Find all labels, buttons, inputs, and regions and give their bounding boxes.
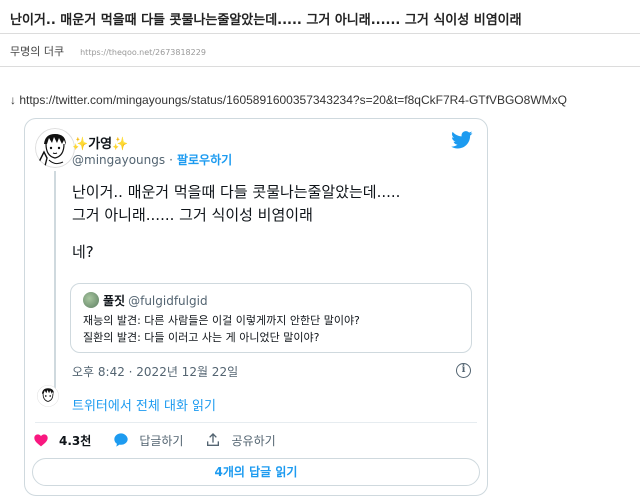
tweet-line: 그거 아니래...... 그거 식이성 비염이래 xyxy=(72,206,313,224)
quote-handle: @fulgidfulgid xyxy=(128,294,208,308)
thread-line xyxy=(54,171,56,393)
quote-avatar xyxy=(83,292,99,308)
tweet-actions: 4.3천 답글하기 공유하기 xyxy=(33,430,298,450)
info-icon[interactable]: i xyxy=(456,363,471,378)
user-handle[interactable]: @mingayoungs xyxy=(72,153,165,167)
avatar[interactable] xyxy=(35,128,75,168)
read-replies-button[interactable]: 4개의 답글 읽기 xyxy=(32,458,480,486)
tweet-line: 네? xyxy=(72,243,94,261)
post-author: 무명의 더쿠 xyxy=(10,45,65,58)
actions-divider xyxy=(35,422,477,423)
title-divider xyxy=(0,33,640,34)
sparkle-icon: ✨ xyxy=(72,137,89,152)
quote-display-name: 풀짓 xyxy=(103,294,126,308)
quote-line: 재능의 발견: 다른 사람들은 이걸 이렇게까지 안한단 말이야? xyxy=(83,314,360,327)
handle-row: @mingayoungs · 팔로우하기 xyxy=(72,151,232,168)
tweet-timestamp[interactable]: 오후 8:42 · 2022년 12월 22일 xyxy=(72,363,238,380)
post-meta: 무명의 더쿠 https://theqoo.net/2673818229 xyxy=(10,43,206,59)
quote-line: 질환의 발견: 다들 이러고 사는 게 아니었단 말이야? xyxy=(83,331,320,344)
separator-dot: · xyxy=(169,153,173,167)
like-count: 4.3천 xyxy=(59,433,92,448)
tweet-line: 난이거.. 매운거 먹을때 다들 콧물나는줄알았는데..... xyxy=(72,183,401,201)
post-url[interactable]: https://theqoo.net/2673818229 xyxy=(80,48,206,57)
quoted-tweet[interactable]: 풀짓 @fulgidfulgid 재능의 발견: 다른 사람들은 이걸 이렇게까지… xyxy=(70,283,472,353)
like-button[interactable]: 4.3천 xyxy=(33,432,91,449)
meta-divider xyxy=(0,66,640,67)
post-title: 난이거.. 매운거 먹을때 다들 콧물나는줄알았는데..... 그거 아니래..… xyxy=(10,13,522,28)
read-conversation-link[interactable]: 트위터에서 전체 대화 읽기 xyxy=(72,395,216,414)
display-name[interactable]: ✨가영✨ xyxy=(72,133,128,152)
reply-button[interactable]: 답글하기 xyxy=(113,432,183,449)
reply-bubble-icon xyxy=(114,433,128,447)
twitter-bird-icon[interactable] xyxy=(451,131,473,149)
sparkle-icon: ✨ xyxy=(112,137,129,152)
down-arrow-icon: ↓ xyxy=(10,93,16,107)
tweet-embed: ✨가영✨ @mingayoungs · 팔로우하기 난이거.. 매운거 먹을때 다들… xyxy=(24,118,488,496)
share-button[interactable]: 공유하기 xyxy=(205,432,276,449)
quote-author: 풀짓 @fulgidfulgid xyxy=(103,292,208,309)
tweet-text: 난이거.. 매운거 먹을때 다들 콧물나는줄알았는데..... 그거 아니래..… xyxy=(72,181,400,264)
share-label: 공유하기 xyxy=(231,433,276,448)
follow-button[interactable]: 팔로우하기 xyxy=(177,153,232,167)
share-icon xyxy=(207,433,220,446)
reply-label: 답글하기 xyxy=(139,433,184,448)
display-name-text: 가영 xyxy=(88,137,113,152)
source-line: ↓ https://twitter.com/mingayoungs/status… xyxy=(10,93,567,107)
heart-icon xyxy=(34,434,48,447)
source-link[interactable]: https://twitter.com/mingayoungs/status/1… xyxy=(19,93,567,107)
small-avatar xyxy=(37,385,59,407)
